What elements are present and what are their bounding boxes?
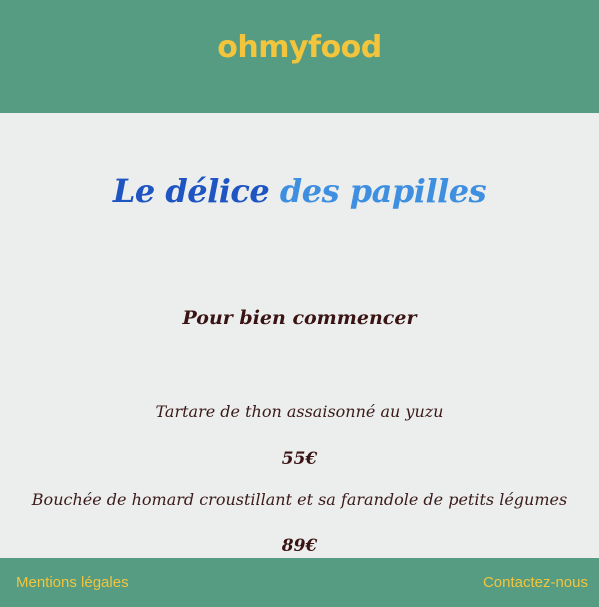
legal-notice-link[interactable]: Mentions légales — [16, 574, 129, 591]
section-title: Pour bien commencer — [182, 307, 417, 329]
dish-name: Tartare de thon assaisonné au yuzu — [155, 402, 444, 421]
page-title: Le délice des papilles — [0, 172, 599, 210]
site-header: ohmyfood — [0, 0, 599, 113]
contact-link[interactable]: Contactez-nous — [483, 574, 588, 591]
dish-price: 89€ — [281, 536, 318, 556]
site-footer: Mentions légales Contactez-nous — [0, 558, 599, 607]
logo[interactable]: ohmyfood — [0, 30, 599, 65]
dish-name: Bouchée de homard croustillant et sa far… — [31, 490, 568, 509]
dish-price: 55€ — [281, 449, 318, 469]
title-part-2: des papilles — [279, 172, 487, 210]
title-part-1: Le délice — [112, 172, 280, 210]
